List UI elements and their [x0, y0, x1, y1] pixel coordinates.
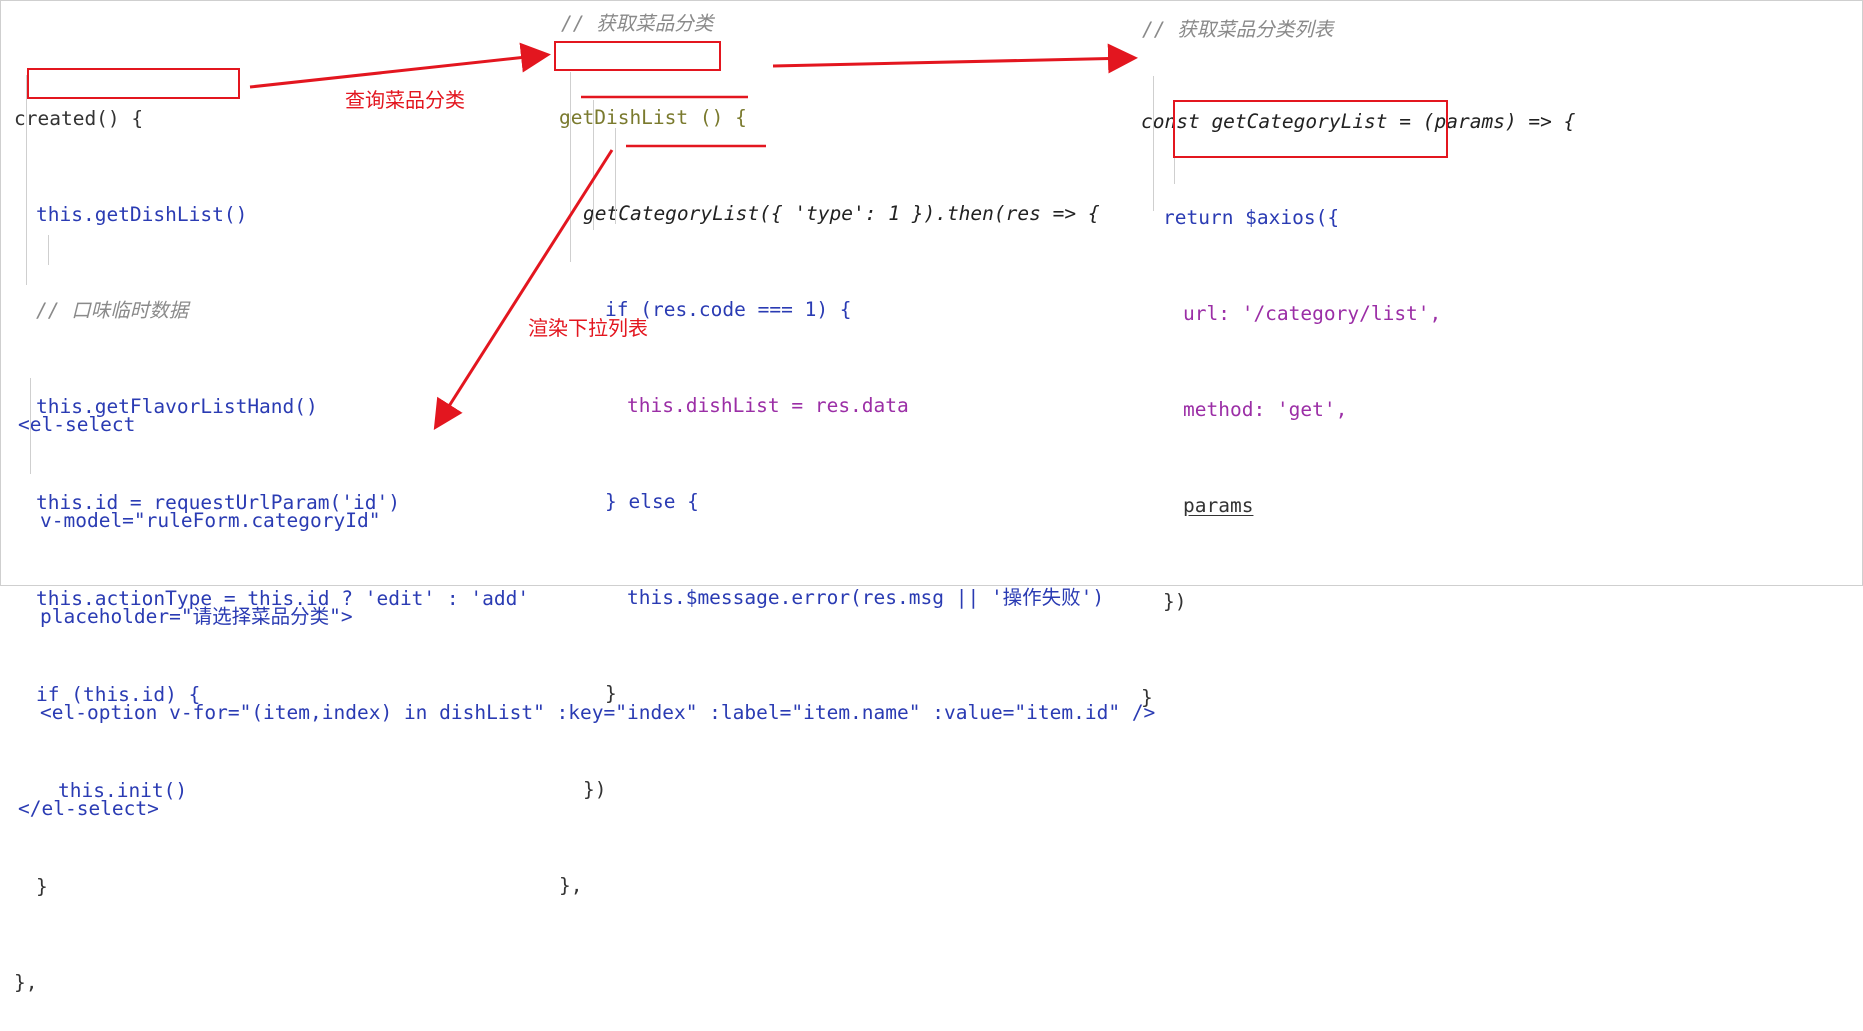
arrow-to-getdishlist	[249, 42, 551, 89]
code-line: })	[1163, 590, 1187, 613]
code-line: }	[36, 875, 48, 898]
code-line: }	[1141, 686, 1153, 709]
annotation-arrows	[249, 42, 1138, 431]
code-line: </el-select>	[18, 797, 159, 820]
code-line: },	[559, 874, 583, 897]
arrow-to-getcategorylist	[772, 43, 1138, 74]
code-line: },	[14, 971, 38, 994]
code-line: <el-option v-for="(item,index) in dishLi…	[40, 701, 1156, 724]
arrow-to-el-option	[433, 149, 614, 431]
code-line: placeholder="请选择菜品分类">	[40, 605, 353, 628]
